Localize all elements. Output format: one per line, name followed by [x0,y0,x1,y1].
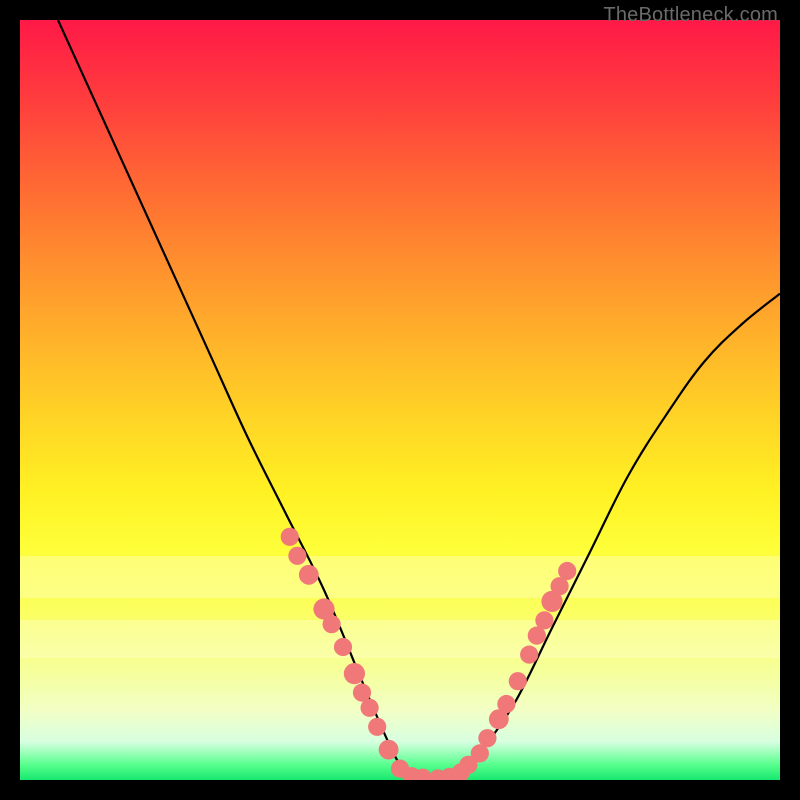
curve-marker [558,562,576,580]
chart-svg [20,20,780,780]
curve-marker [281,528,299,546]
curve-marker [478,729,496,747]
curve-marker [379,740,399,760]
curve-marker-group [281,528,577,780]
curve-marker [288,547,306,565]
curve-marker [323,615,341,633]
curve-marker [368,718,386,736]
watermark-text: TheBottleneck.com [603,4,778,27]
curve-marker [497,695,515,713]
curve-marker [361,699,379,717]
chart-frame: TheBottleneck.com [0,0,800,800]
curve-marker [344,663,365,684]
bottleneck-curve [58,20,780,780]
curve-marker [334,638,352,656]
curve-marker [520,646,538,664]
curve-marker [299,565,319,585]
curve-marker [509,672,527,690]
plot-area [20,20,780,780]
curve-marker [535,611,553,629]
